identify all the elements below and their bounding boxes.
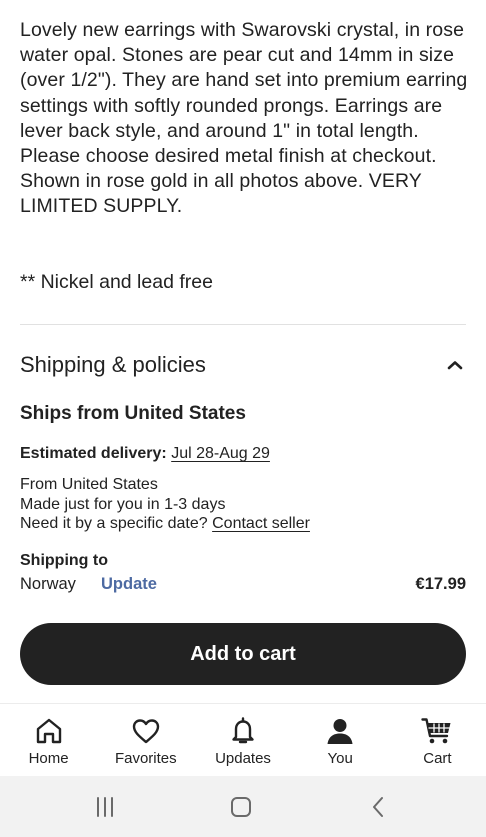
cart-icon: [421, 716, 453, 746]
tab-favorites-label: Favorites: [114, 750, 177, 767]
made-line: Made just for you in 1-3 days: [20, 495, 226, 513]
estimated-delivery-dates[interactable]: Jul 28-Aug 29: [171, 445, 270, 462]
tab-favorites[interactable]: Favorites: [97, 704, 194, 776]
system-navigation-bar: [0, 776, 486, 837]
from-line: From United States: [20, 476, 158, 493]
shipping-country: Norway: [20, 575, 76, 593]
bottom-tab-bar: Home Favorites Updates You Cart: [0, 703, 486, 776]
need-by-line: Need it by a specific date? Contact sell…: [20, 514, 310, 534]
chevron-up-icon[interactable]: [444, 354, 466, 376]
tab-updates[interactable]: Updates: [194, 704, 291, 776]
shipping-details: From United States Made just for you in …: [20, 475, 310, 534]
bell-icon: [227, 716, 259, 746]
tab-updates-label: Updates: [215, 750, 271, 767]
home-circle-icon[interactable]: [226, 792, 256, 822]
tab-home[interactable]: Home: [0, 704, 97, 776]
shipping-policies-title: Shipping & policies: [20, 352, 206, 377]
update-location-link[interactable]: Update: [101, 575, 157, 594]
listing-content: Lovely new earrings with Swarovski cryst…: [0, 0, 486, 703]
back-icon[interactable]: [363, 792, 393, 822]
add-to-cart-button[interactable]: Add to cart: [20, 623, 466, 685]
recent-apps-icon[interactable]: [90, 792, 120, 822]
item-description: Lovely new earrings with Swarovski cryst…: [20, 19, 468, 218]
shipping-to-label: Shipping to: [20, 552, 108, 569]
contact-seller-link[interactable]: Contact seller: [212, 515, 310, 532]
person-icon: [324, 716, 356, 746]
shipping-to-row: Norway Update €17.99: [20, 575, 466, 597]
shipping-policies-header[interactable]: Shipping & policies: [20, 350, 466, 380]
home-icon: [33, 716, 65, 746]
section-divider: [20, 324, 466, 325]
tab-home-label: Home: [28, 750, 69, 767]
nickel-note: ** Nickel and lead free: [20, 271, 213, 293]
tab-you[interactable]: You: [292, 704, 389, 776]
estimated-delivery: Estimated delivery: Jul 28-Aug 29: [20, 445, 270, 463]
estimated-delivery-label: Estimated delivery:: [20, 445, 167, 462]
tab-cart-label: Cart: [423, 750, 452, 767]
ships-from-heading: Ships from United States: [20, 403, 246, 424]
need-by-text: Need it by a specific date?: [20, 515, 208, 532]
tab-cart[interactable]: Cart: [389, 704, 486, 776]
shipping-price: €17.99: [415, 575, 466, 593]
tab-you-label: You: [327, 750, 353, 767]
heart-icon: [130, 716, 162, 746]
